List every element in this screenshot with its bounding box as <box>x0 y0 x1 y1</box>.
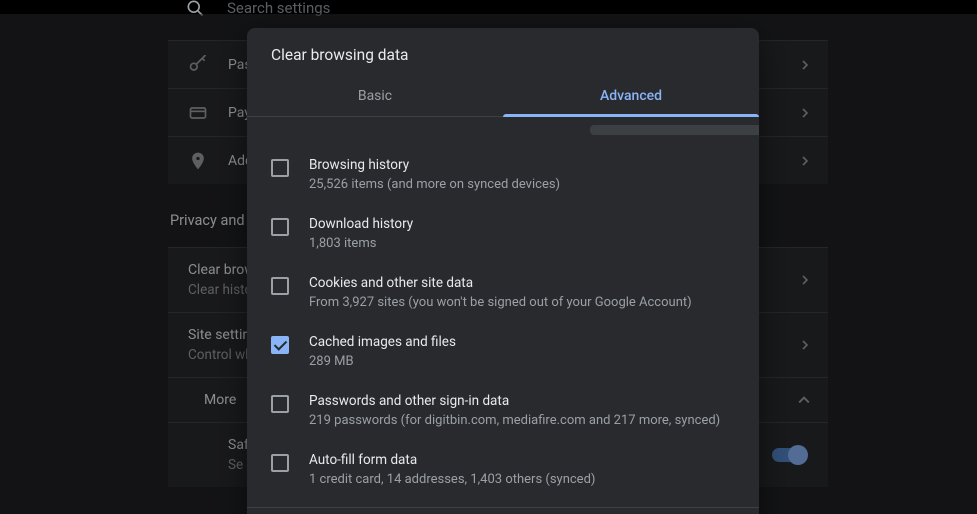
checkbox[interactable] <box>271 336 289 354</box>
option-subtitle: 219 passwords (for digitbin.com, mediafi… <box>309 413 720 428</box>
option-cookies[interactable]: Cookies and other site data From 3,927 s… <box>271 263 747 322</box>
option-title: Auto-fill form data <box>309 452 595 468</box>
checkbox[interactable] <box>271 395 289 413</box>
option-cached[interactable]: Cached images and files 289 MB <box>271 322 747 381</box>
dialog-footer: Cancel Clear data <box>247 507 759 514</box>
time-range-dropdown[interactable] <box>590 125 759 135</box>
option-subtitle: 25,526 items (and more on synced devices… <box>309 177 560 192</box>
checkbox[interactable] <box>271 218 289 236</box>
dialog-title: Clear browsing data <box>247 28 759 78</box>
option-title: Passwords and other sign-in data <box>309 393 720 409</box>
option-passwords[interactable]: Passwords and other sign-in data 219 pas… <box>271 381 747 440</box>
checkbox[interactable] <box>271 277 289 295</box>
option-title: Browsing history <box>309 157 560 173</box>
option-subtitle: 289 MB <box>309 354 456 369</box>
checkbox[interactable] <box>271 454 289 472</box>
dialog-tabs: Basic Advanced <box>247 78 759 117</box>
option-download-history[interactable]: Download history 1,803 items <box>271 204 747 263</box>
option-subtitle: From 3,927 sites (you won't be signed ou… <box>309 295 692 310</box>
checkbox[interactable] <box>271 159 289 177</box>
option-title: Cached images and files <box>309 334 456 350</box>
option-autofill[interactable]: Auto-fill form data 1 credit card, 14 ad… <box>271 440 747 499</box>
option-title: Cookies and other site data <box>309 275 692 291</box>
option-browsing-history[interactable]: Browsing history 25,526 items (and more … <box>271 145 747 204</box>
option-subtitle: 1,803 items <box>309 236 413 251</box>
tab-advanced[interactable]: Advanced <box>503 78 759 116</box>
option-title: Download history <box>309 216 413 232</box>
tab-basic[interactable]: Basic <box>247 78 503 116</box>
dialog-options: Browsing history 25,526 items (and more … <box>247 141 759 507</box>
option-subtitle: 1 credit card, 14 addresses, 1,403 other… <box>309 472 595 487</box>
clear-browsing-data-dialog: Clear browsing data Basic Advanced Brows… <box>247 28 759 514</box>
